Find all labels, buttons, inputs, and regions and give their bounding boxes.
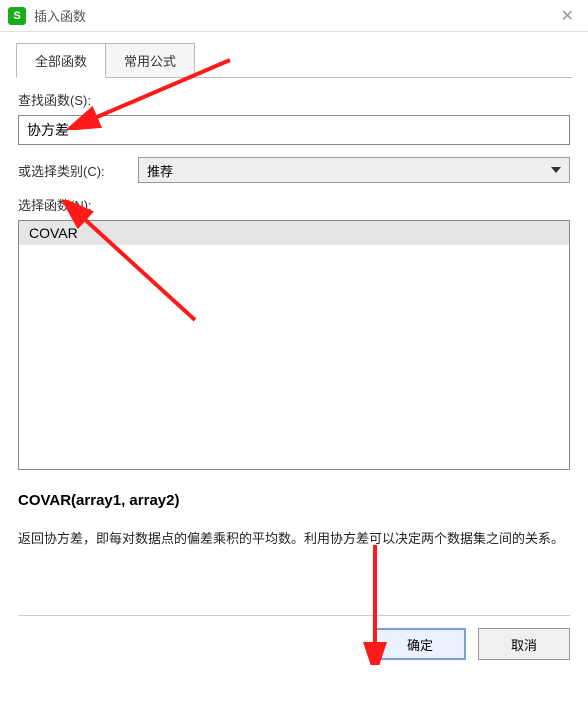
close-button[interactable]: ✕: [555, 6, 580, 26]
category-select[interactable]: 推荐: [138, 157, 570, 183]
list-item[interactable]: COVAR: [19, 221, 569, 245]
window-title: 插入函数: [34, 6, 555, 25]
tab-all-functions[interactable]: 全部函数: [16, 43, 106, 78]
chevron-down-icon: [551, 167, 561, 173]
search-label: 查找函数(S):: [18, 90, 570, 109]
function-signature: COVAR(array1, array2): [18, 492, 570, 509]
tabs: 全部函数 常用公式: [0, 32, 588, 77]
footer-divider: [18, 615, 570, 616]
cancel-button[interactable]: 取消: [478, 628, 570, 660]
footer: 确定 取消: [0, 628, 588, 672]
ok-button[interactable]: 确定: [374, 628, 466, 660]
function-description: 返回协方差，即每对数据点的偏差乘积的平均数。利用协方差可以决定两个数据集之间的关…: [18, 527, 570, 607]
category-label: 或选择类别(C):: [18, 161, 138, 180]
function-listbox[interactable]: COVAR: [18, 220, 570, 470]
titlebar: S 插入函数 ✕: [0, 0, 588, 32]
category-selected: 推荐: [147, 161, 173, 180]
function-list-label: 选择函数(N):: [18, 195, 570, 214]
app-icon: S: [8, 7, 26, 25]
search-input[interactable]: [18, 115, 570, 145]
tab-common-formulas[interactable]: 常用公式: [106, 43, 195, 78]
